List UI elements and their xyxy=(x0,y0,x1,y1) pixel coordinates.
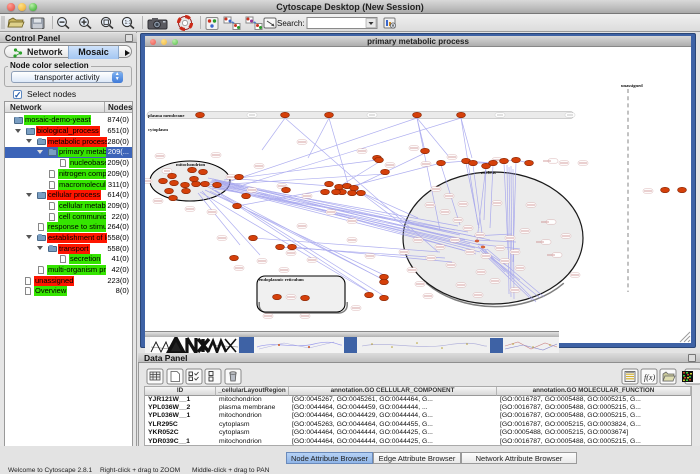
svg-text:plasma membrane: plasma membrane xyxy=(148,113,184,118)
svg-text:mitochondrion: mitochondrion xyxy=(176,162,206,167)
svg-text:endoplasmic reticulum: endoplasmic reticulum xyxy=(259,277,304,282)
svg-text:1:1: 1:1 xyxy=(125,20,132,26)
svg-text:unassigned: unassigned xyxy=(621,83,643,88)
svg-text:cytoplasm: cytoplasm xyxy=(148,127,168,132)
svg-text:Search:: Search: xyxy=(277,19,305,28)
svg-text:nucleus: nucleus xyxy=(481,170,496,175)
svg-text:f(x): f(x) xyxy=(644,373,655,382)
